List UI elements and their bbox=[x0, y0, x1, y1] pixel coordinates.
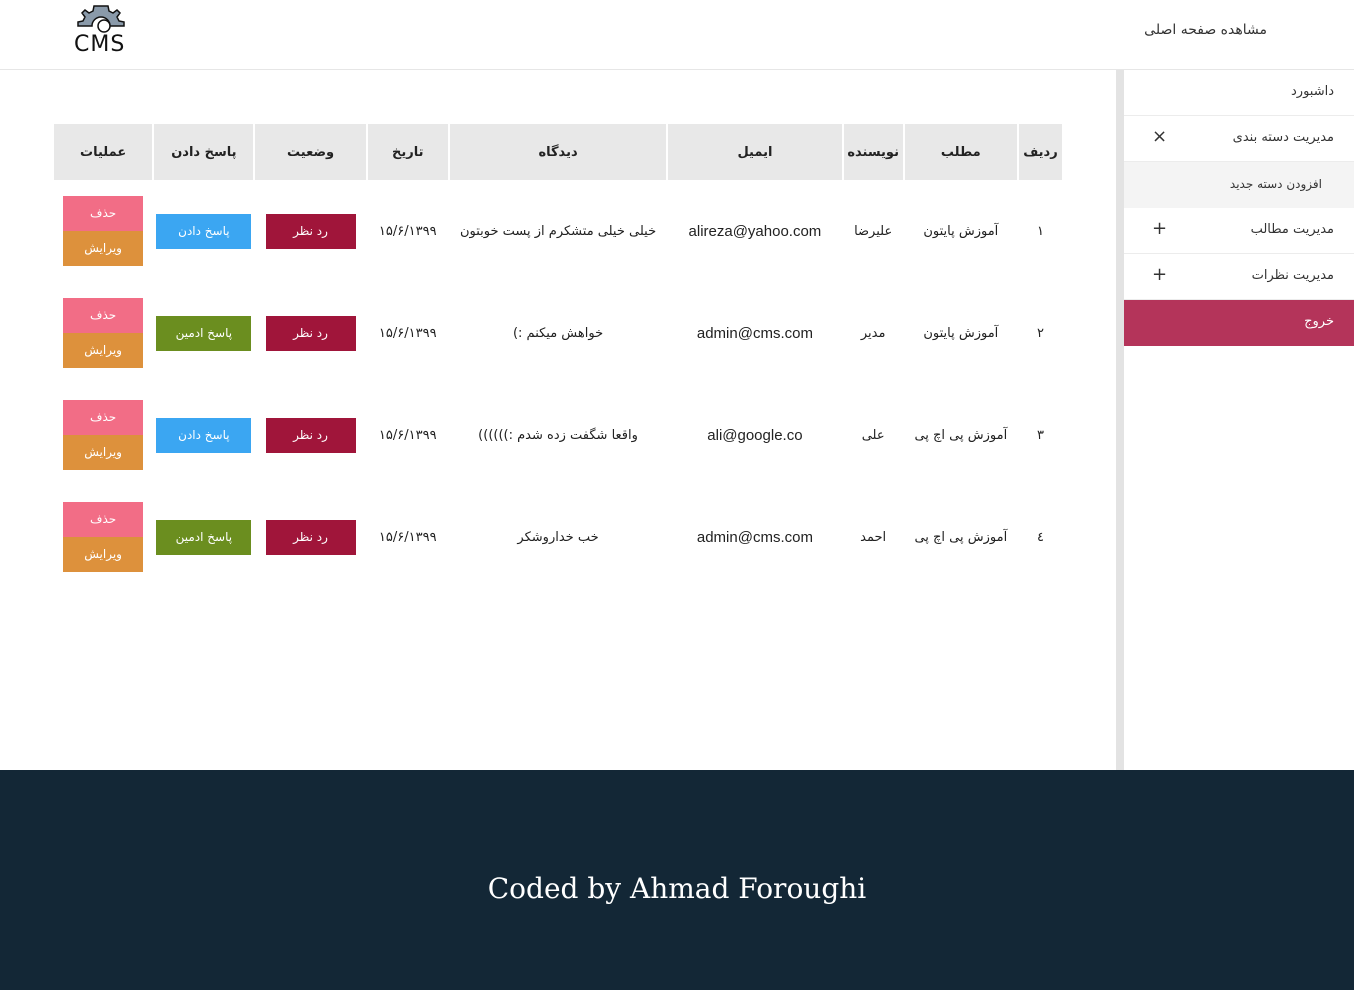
comments-table: ردیف مطلب نویسنده ایمیل دیدگاه تاریخ وضع… bbox=[52, 124, 1064, 588]
cell-author: علی bbox=[861, 427, 885, 443]
cell-post: آموزش پی اچ پی bbox=[914, 427, 1008, 443]
sidebar-item-dashboard[interactable]: داشبورد bbox=[1124, 70, 1354, 116]
cell-operations: حذف ویرایش bbox=[54, 384, 152, 486]
cell-post: آموزش پایتون bbox=[923, 325, 999, 341]
cell-comment: خیلی خیلی متشکرم از پست خوبتون bbox=[459, 223, 657, 239]
cell-date: ١٣٩٩/۶/١۵ bbox=[378, 427, 437, 443]
cell-operations: حذف ویرایش bbox=[54, 486, 152, 588]
logout-label: خروج bbox=[1304, 314, 1334, 329]
collapse-icon[interactable]: × bbox=[1152, 126, 1167, 147]
sidebar-subitem-add-category[interactable]: افزودن دسته جدید bbox=[1124, 162, 1354, 208]
table-header-row: ردیف مطلب نویسنده ایمیل دیدگاه تاریخ وضع… bbox=[54, 124, 1062, 180]
view-homepage-link[interactable]: مشاهده صفحه اصلی bbox=[1144, 22, 1267, 38]
operations-group: حذف ویرایش bbox=[63, 298, 144, 368]
cell-post: آموزش پی اچ پی bbox=[914, 529, 1008, 545]
cell-status: رد نظر bbox=[255, 384, 365, 486]
cell-status: رد نظر bbox=[255, 486, 365, 588]
cell-status: رد نظر bbox=[255, 282, 365, 384]
reply-button[interactable]: پاسخ دادن bbox=[156, 213, 252, 249]
reject-comment-button[interactable]: رد نظر bbox=[265, 417, 356, 453]
sidebar-divider bbox=[1116, 70, 1124, 770]
admin-reply-button[interactable]: پاسخ ادمین bbox=[156, 315, 252, 351]
logo-text: CMS bbox=[74, 32, 126, 57]
column-header-post: مطلب bbox=[904, 124, 1017, 180]
table-row: ١ آموزش پایتون علیرضا alireza@yahoo.com خیلی… bbox=[54, 180, 1062, 282]
cell-reply: پاسخ دادن bbox=[154, 384, 253, 486]
column-header-date: تاریخ bbox=[367, 124, 448, 180]
expand-icon[interactable]: + bbox=[1152, 264, 1167, 285]
cell-author: علیرضا bbox=[854, 223, 893, 239]
cell-comment: واقعا شگفت زده شدم :)))))) bbox=[478, 427, 638, 443]
delete-button[interactable]: حذف bbox=[63, 298, 144, 333]
cell-row-number: ٤ bbox=[1036, 529, 1044, 545]
edit-button[interactable]: ویرایش bbox=[63, 231, 144, 266]
cell-reply: پاسخ دادن bbox=[154, 180, 253, 282]
admin-reply-button[interactable]: پاسخ ادمین bbox=[156, 519, 252, 555]
table-row: ٢ آموزش پایتون مدیر admin@cms.com خواهش میکن… bbox=[54, 282, 1062, 384]
cell-author: مدیر bbox=[860, 325, 886, 341]
cell-post: آموزش پایتون bbox=[923, 223, 999, 239]
footer: Coded by Ahmad Foroughi bbox=[0, 770, 1354, 990]
reject-comment-button[interactable]: رد نظر bbox=[265, 519, 356, 555]
column-header-operations: عملیات bbox=[54, 124, 153, 180]
cell-email: admin@cms.com bbox=[696, 324, 813, 342]
sidebar-item-label: مدیریت نظرات bbox=[1251, 268, 1334, 283]
edit-button[interactable]: ویرایش bbox=[63, 333, 144, 368]
cell-row-number: ٢ bbox=[1036, 325, 1044, 341]
reply-button[interactable]: پاسخ دادن bbox=[156, 417, 252, 453]
cell-date: ١٣٩٩/۶/١۵ bbox=[378, 325, 437, 341]
cell-reply: پاسخ ادمین bbox=[154, 282, 253, 384]
sidebar-item-label: داشبورد bbox=[1291, 84, 1334, 99]
reject-comment-button[interactable]: رد نظر bbox=[265, 315, 356, 351]
comments-table-container: ردیف مطلب نویسنده ایمیل دیدگاه تاریخ وضع… bbox=[54, 124, 1062, 588]
cell-date: ١٣٩٩/۶/١۵ bbox=[378, 223, 437, 239]
cell-email: ali@google.co bbox=[707, 426, 803, 444]
sidebar-subitem-label: افزودن دسته جدید bbox=[1229, 177, 1322, 191]
sidebar-item-label: مدیریت دسته بندی bbox=[1232, 130, 1334, 145]
cell-email: alireza@yahoo.com bbox=[688, 222, 822, 240]
cell-author: احمد bbox=[860, 529, 887, 545]
operations-group: حذف ویرایش bbox=[63, 502, 144, 572]
cell-email: admin@cms.com bbox=[696, 528, 813, 546]
operations-group: حذف ویرایش bbox=[63, 196, 144, 266]
sidebar-item-category-management[interactable]: مدیریت دسته بندی × bbox=[1124, 116, 1354, 162]
cell-comment: خب خداروشکر bbox=[517, 529, 599, 545]
expand-icon[interactable]: + bbox=[1152, 218, 1167, 239]
sidebar: داشبورد مدیریت دسته بندی × افزودن دسته ج… bbox=[1124, 70, 1354, 770]
sidebar-item-post-management[interactable]: مدیریت مطالب + bbox=[1124, 208, 1354, 254]
table-row: ٣ آموزش پی اچ پی علی ali@google.co واقعا شگف… bbox=[54, 384, 1062, 486]
footer-credit: Coded by Ahmad Foroughi bbox=[487, 872, 867, 905]
column-header-status: وضعیت bbox=[255, 124, 366, 180]
cell-date: ١٣٩٩/۶/١۵ bbox=[378, 529, 437, 545]
table-row: ٤ آموزش پی اچ پی احمد admin@cms.com خب خدارو… bbox=[54, 486, 1062, 588]
cell-comment: خواهش میکنم :) bbox=[512, 325, 604, 341]
reject-comment-button[interactable]: رد نظر bbox=[265, 213, 356, 249]
edit-button[interactable]: ویرایش bbox=[63, 435, 144, 470]
column-header-email: ایمیل bbox=[668, 124, 842, 180]
logout-button[interactable]: خروج bbox=[1124, 300, 1354, 346]
cell-status: رد نظر bbox=[255, 180, 365, 282]
delete-button[interactable]: حذف bbox=[63, 196, 144, 231]
cell-operations: حذف ویرایش bbox=[54, 282, 152, 384]
cell-row-number: ١ bbox=[1036, 223, 1044, 239]
column-header-comment: دیدگاه bbox=[449, 124, 667, 180]
cms-logo[interactable]: CMS bbox=[66, 4, 142, 58]
column-header-author: نویسنده bbox=[843, 124, 903, 180]
top-header: CMS مشاهده صفحه اصلی bbox=[0, 0, 1354, 70]
operations-group: حذف ویرایش bbox=[63, 400, 144, 470]
cell-reply: پاسخ ادمین bbox=[154, 486, 253, 588]
edit-button[interactable]: ویرایش bbox=[63, 537, 144, 572]
delete-button[interactable]: حذف bbox=[63, 502, 144, 537]
sidebar-item-label: مدیریت مطالب bbox=[1250, 222, 1334, 237]
column-header-row-number: ردیف bbox=[1018, 124, 1062, 180]
column-header-reply: پاسخ دادن bbox=[154, 124, 254, 180]
cell-row-number: ٣ bbox=[1036, 427, 1044, 443]
sidebar-item-comment-management[interactable]: مدیریت نظرات + bbox=[1124, 254, 1354, 300]
delete-button[interactable]: حذف bbox=[63, 400, 144, 435]
cell-operations: حذف ویرایش bbox=[54, 180, 152, 282]
